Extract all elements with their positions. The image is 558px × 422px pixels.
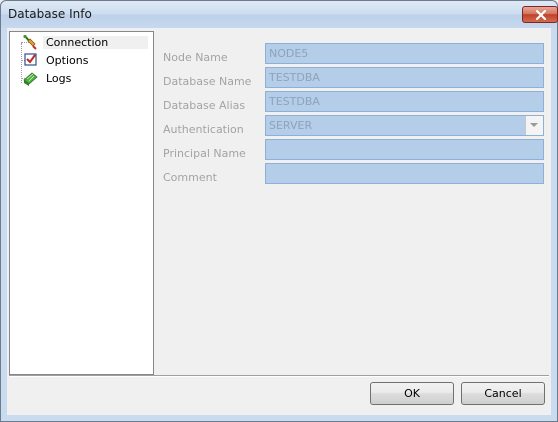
close-button[interactable] [522, 6, 558, 23]
close-icon [535, 10, 547, 20]
options-checkbox-icon [21, 52, 39, 68]
database-name-label: Database Name [163, 75, 252, 88]
tree-item-options[interactable]: Options [10, 52, 151, 68]
ok-button[interactable]: OK [370, 382, 454, 405]
button-separator [9, 375, 549, 377]
comment-label: Comment [163, 171, 217, 184]
navigation-tree: Connection Options Logs [9, 31, 154, 375]
database-name-field[interactable]: TESTDBA [265, 67, 544, 88]
chevron-down-icon [530, 123, 538, 127]
tree-item-label: Connection [43, 35, 149, 49]
tree-item-logs[interactable]: Logs [10, 70, 151, 86]
logs-icon [21, 70, 39, 86]
principal-name-label: Principal Name [163, 147, 246, 160]
tree-item-label: Options [46, 53, 89, 67]
node-name-field[interactable]: NODE5 [265, 43, 544, 64]
authentication-label: Authentication [163, 123, 244, 136]
database-alias-field[interactable]: TESTDBA [265, 91, 544, 112]
principal-name-field[interactable] [265, 139, 544, 160]
database-alias-label: Database Alias [163, 99, 246, 112]
tree-item-connection[interactable]: Connection [10, 34, 151, 50]
window-title: Database Info [8, 7, 92, 21]
title-bar[interactable]: Database Info [1, 1, 558, 28]
connection-icon [21, 34, 39, 50]
comment-field[interactable] [265, 163, 544, 184]
database-info-dialog: Database Info Connection Options Logs No… [0, 0, 558, 422]
node-name-label: Node Name [163, 51, 228, 64]
tree-item-label: Logs [46, 71, 72, 85]
authentication-select[interactable]: SERVER [265, 115, 544, 136]
authentication-value: SERVER [269, 119, 313, 132]
authentication-dropdown-button[interactable] [525, 116, 543, 135]
cancel-button[interactable]: Cancel [461, 382, 545, 405]
dialog-client-area: Connection Options Logs Node Name NODE5 … [7, 28, 551, 415]
